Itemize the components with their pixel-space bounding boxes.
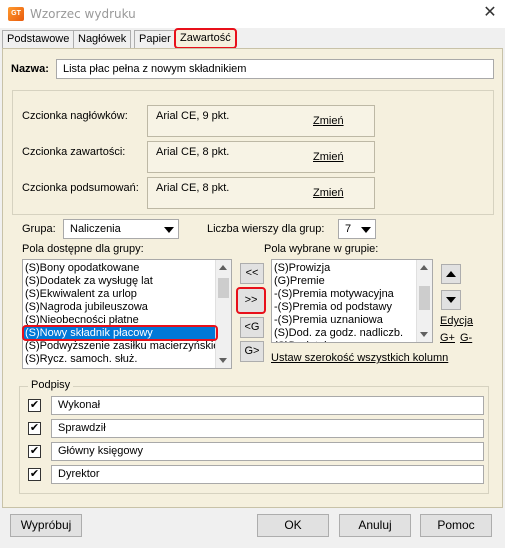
signatures-label: Podpisy (28, 379, 74, 391)
tab-naglowek[interactable]: Nagłówek (73, 30, 132, 49)
scroll-up-icon[interactable] (420, 265, 428, 270)
chosen-listbox[interactable]: (S)Prowizja (G)Premie -(S)Premia motywacy… (271, 259, 433, 343)
list-item[interactable]: (S)Prowizja (272, 262, 416, 275)
font-content-change-link[interactable]: Zmień (313, 151, 344, 163)
signature-checkbox-2[interactable]: ✔ (28, 422, 41, 435)
edit-link[interactable]: Edycja (440, 315, 473, 327)
move-left-group-button[interactable]: <G (240, 317, 264, 338)
signature-field-4[interactable]: Dyrektor (51, 465, 484, 484)
app-icon: GT (8, 7, 24, 21)
list-item[interactable]: -(S)Premia od podstawy (272, 301, 416, 314)
scroll-up-icon[interactable] (219, 265, 227, 270)
signature-field-3[interactable]: Główny księgowy (51, 442, 484, 461)
list-item[interactable]: (S)Dodatek nocny (272, 340, 416, 342)
ok-button[interactable]: OK (257, 514, 329, 537)
group-select[interactable]: Naliczenia (63, 219, 179, 239)
list-item[interactable]: -(S)Premia motywacyjna (272, 288, 416, 301)
name-label: Nazwa: (11, 63, 49, 75)
chosen-items: (S)Prowizja (G)Premie -(S)Premia motywacy… (272, 262, 416, 342)
move-down-button[interactable] (441, 290, 461, 310)
list-item[interactable]: (S)Dod. za godz. nadliczb. (272, 327, 416, 340)
signature-field-1[interactable]: Wykonał (51, 396, 484, 415)
available-label: Pola dostępne dla grupy: (22, 243, 144, 255)
rows-select-value: 7 (345, 223, 352, 235)
font-header-change-link[interactable]: Zmień (313, 115, 344, 127)
signature-checkbox-3[interactable]: ✔ (28, 445, 41, 458)
scroll-down-icon[interactable] (219, 358, 227, 363)
list-item[interactable]: (S)Bony opodatkowane (23, 262, 215, 275)
window-title: Wzorzec wydruku (30, 7, 136, 21)
move-all-left-button[interactable]: << (240, 263, 264, 284)
signature-checkbox-4[interactable]: ✔ (28, 468, 41, 481)
chosen-scrollbar[interactable] (416, 260, 432, 342)
font-content-label: Czcionka zawartości: (22, 146, 126, 158)
chevron-down-icon (164, 227, 174, 233)
list-item[interactable]: (S)Dodatek za wysługę lat (23, 275, 215, 288)
rows-label: Liczba wierszy dla grup: (207, 223, 325, 235)
group-select-value: Naliczenia (70, 223, 121, 235)
selected-item-highlight (22, 325, 218, 341)
move-right-group-button[interactable]: G> (240, 341, 264, 362)
triangle-down-icon (446, 297, 456, 303)
scroll-thumb[interactable] (419, 286, 430, 310)
scroll-thumb[interactable] (218, 278, 229, 298)
font-content-value: Arial CE, 8 pkt. (156, 146, 230, 158)
list-item[interactable]: (S)Rycz. samoch. służ. (23, 353, 215, 366)
list-item[interactable]: (S)Ekwiwalent za urlop (23, 288, 215, 301)
help-button[interactable]: Pomoc (420, 514, 492, 537)
rows-select[interactable]: 7 (338, 219, 376, 239)
font-summary-change-link[interactable]: Zmień (313, 187, 344, 199)
list-item[interactable]: (S)Nagroda jubileuszowa (23, 301, 215, 314)
font-summary-value: Arial CE, 8 pkt. (156, 182, 230, 194)
triangle-up-icon (446, 271, 456, 277)
group-minus-link[interactable]: G- (460, 332, 472, 344)
tab-zawartosc[interactable]: Zawartość (174, 28, 237, 49)
name-input[interactable]: Lista płac pełna z nowym składnikiem (56, 59, 494, 79)
close-icon[interactable]: ✕ (480, 3, 500, 23)
font-header-value: Arial CE, 9 pkt. (156, 110, 230, 122)
signature-checkbox-1[interactable]: ✔ (28, 399, 41, 412)
available-listbox[interactable]: (S)Bony opodatkowane (S)Dodatek za wysług… (22, 259, 232, 369)
chosen-label: Pola wybrane w grupie: (264, 243, 379, 255)
tab-papier[interactable]: Papier (134, 30, 176, 49)
test-button[interactable]: Wypróbuj (10, 514, 82, 537)
tab-podstawowe[interactable]: Podstawowe (2, 30, 75, 49)
list-item[interactable]: (G)Premie (272, 275, 416, 288)
group-label: Grupa: (22, 223, 56, 235)
signature-field-2[interactable]: Sprawdził (51, 419, 484, 438)
available-scrollbar[interactable] (215, 260, 231, 368)
set-width-link[interactable]: Ustaw szerokość wszystkich kolumn (271, 352, 448, 364)
chevron-down-icon (361, 227, 371, 233)
font-header-label: Czcionka nagłówków: (22, 110, 128, 122)
group-plus-link[interactable]: G+ (440, 332, 455, 344)
move-up-button[interactable] (441, 264, 461, 284)
available-items: (S)Bony opodatkowane (S)Dodatek za wysług… (23, 262, 231, 366)
cancel-button[interactable]: Anuluj (339, 514, 411, 537)
list-item[interactable]: (S)Podwyższenie zasiłku macierzyńskiego (23, 340, 231, 353)
scroll-down-icon[interactable] (420, 332, 428, 337)
font-summary-label: Czcionka podsumowań: (22, 182, 139, 194)
move-right-button[interactable]: >> (236, 287, 266, 314)
list-item[interactable]: -(S)Premia uznaniowa (272, 314, 416, 327)
